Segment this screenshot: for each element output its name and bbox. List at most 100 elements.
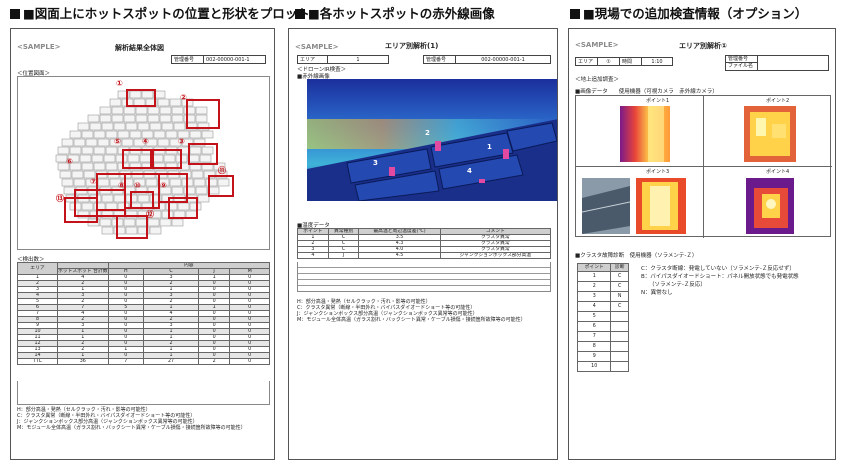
area-box: エリア 1 (297, 55, 389, 64)
hotspot-label: ① (116, 79, 123, 88)
mgmt-value: 002-00000-001-1 (206, 57, 250, 63)
hotspot-box (130, 191, 154, 209)
panel-module (147, 114, 160, 123)
notes: H：部分高温・発熱（セルクラック・汚れ・影等の可能性） C：クラスタ異常（断線・… (297, 299, 526, 323)
col-diagnosis: 診断 (610, 263, 629, 272)
temp-table: ポイント 異常種別 最高温と周辺温度差(℃) コメント 1 C 3.5 クラスタ異常 2 C 4.… (297, 228, 552, 259)
legend-line: B：バイパスダイオードショート：パネル開放状態でも発電状態 (641, 274, 799, 280)
hotspot-box (96, 173, 126, 211)
panel-module (69, 130, 82, 139)
hotspot-box (122, 149, 152, 169)
panel-module (111, 114, 124, 123)
note-line: M：モジュール全体高温（ガラス割れ・バックシート異常・ケーブル損傷・接続箇所故障… (297, 317, 526, 323)
table-cell (610, 331, 629, 342)
table-cell: 7 (107, 358, 145, 365)
panel-module (173, 122, 186, 131)
table-cell: 1 (576, 271, 612, 282)
table-row: 8 (576, 341, 629, 352)
hotspot-label: ⑪ (218, 166, 226, 175)
panel-module (125, 122, 138, 131)
table-row: 4C (576, 301, 629, 312)
heading-plot: ■図面上にホットスポットの位置と形状をプロット (10, 3, 310, 22)
area-label: エリア (298, 56, 328, 63)
hotspot-label: ④ (142, 137, 149, 146)
table-cell: C (610, 301, 629, 312)
panel-module (69, 146, 82, 155)
hotspot-box (188, 143, 218, 165)
table-cell: 36 (57, 358, 109, 365)
panel-module (121, 138, 134, 147)
panel-module (61, 178, 74, 187)
panel-module (61, 138, 74, 147)
panel-module (73, 138, 86, 147)
panel-module (57, 146, 70, 155)
layout-drawing: ① ② ③ ④ ⑤ ⑥ ⑦ ⑧ ⑨ ⑩ ⑪ ⑫ ⑬ (17, 76, 270, 250)
panel-module (101, 122, 114, 131)
table-row: 6 (576, 321, 629, 332)
panel-module (103, 154, 116, 163)
sample-mark: <SAMPLE> (575, 41, 619, 49)
panel-module (77, 122, 90, 131)
page-title: エリア別解析(1) (385, 42, 439, 50)
panel-module (99, 218, 112, 227)
panel-module (99, 114, 112, 123)
panel-module (147, 106, 160, 115)
table-cell: 27 (143, 358, 199, 365)
panel-module (85, 138, 98, 147)
table-cell (610, 341, 629, 352)
table-cell: C (610, 281, 629, 292)
ground-label: ＜地上追加調査＞ (575, 77, 620, 83)
area-value: 1 (356, 57, 360, 63)
panel-module (129, 130, 142, 139)
table-cell (610, 321, 629, 332)
ir-image-svg (307, 79, 557, 201)
table-cell: 8 (576, 341, 612, 352)
sample-mark: <SAMPLE> (17, 43, 61, 51)
time-value: 1:10 (651, 59, 663, 65)
visible-image (582, 178, 630, 234)
panel-module (149, 226, 162, 235)
panel-module (93, 130, 106, 139)
panel-module (93, 162, 106, 171)
panel-module (159, 218, 172, 227)
ir-marker: 2 (425, 129, 430, 137)
table-cell: N (610, 291, 629, 302)
panel-module (99, 106, 112, 115)
mgmt-file-box: 管理番号 ファイル名 (725, 55, 829, 71)
panel-module (157, 138, 170, 147)
table-cell: 4.5 (358, 252, 441, 259)
table-row: 4 J 4.5 ジャンクションボックス部分高温 (297, 252, 552, 259)
hotspot-label: ③ (178, 137, 185, 146)
hotspot-label: ⑨ (160, 181, 167, 190)
page-area-analysis: <SAMPLE> エリア別解析(1) エリア 1 管理番号 002-00000-00… (288, 28, 558, 460)
panel-module (135, 106, 148, 115)
col-total: ホットスポット 合計数 (57, 268, 109, 275)
diagnosis-legend: C：クラスタ断線：発電していない（ソラメンテ-Ｚ反応せず） B：バイパスダイオー… (641, 265, 799, 297)
table-cell (610, 361, 629, 372)
panel-module (123, 114, 136, 123)
panel-module (111, 106, 124, 115)
hotspot-box (64, 197, 98, 223)
page-overall-analysis: <SAMPLE> 解析結果全体図 管理番号 002-00000-001-1 ＜位置… (10, 28, 275, 460)
ir-marker: 3 (373, 159, 378, 167)
panel-module (73, 178, 86, 187)
panel-module (159, 106, 172, 115)
panel-module (171, 218, 184, 227)
table-row: 1C (576, 271, 629, 282)
panel-module (113, 122, 126, 131)
file-label: ファイル名 (726, 63, 758, 70)
panel-module (101, 226, 114, 235)
ir-marker: 4 (467, 167, 472, 175)
table-cell: 9 (576, 351, 612, 362)
table-row: TTL 36 7 27 2 0 (17, 358, 270, 365)
time-label: 時間 (620, 58, 642, 65)
page-title: エリア別解析① (679, 42, 727, 50)
hotspot-label: ⑩ (134, 181, 141, 190)
col-point: ポイント (576, 263, 612, 272)
heading-plot-text: ■図面上にホットスポットの位置と形状をプロット (23, 6, 310, 21)
table-cell: J (327, 252, 360, 259)
col-area: エリア (17, 262, 58, 275)
table-cell: ジャンクションボックス部分高温 (439, 252, 552, 259)
thermal-image-3 (636, 178, 686, 234)
panel-module (147, 218, 160, 227)
